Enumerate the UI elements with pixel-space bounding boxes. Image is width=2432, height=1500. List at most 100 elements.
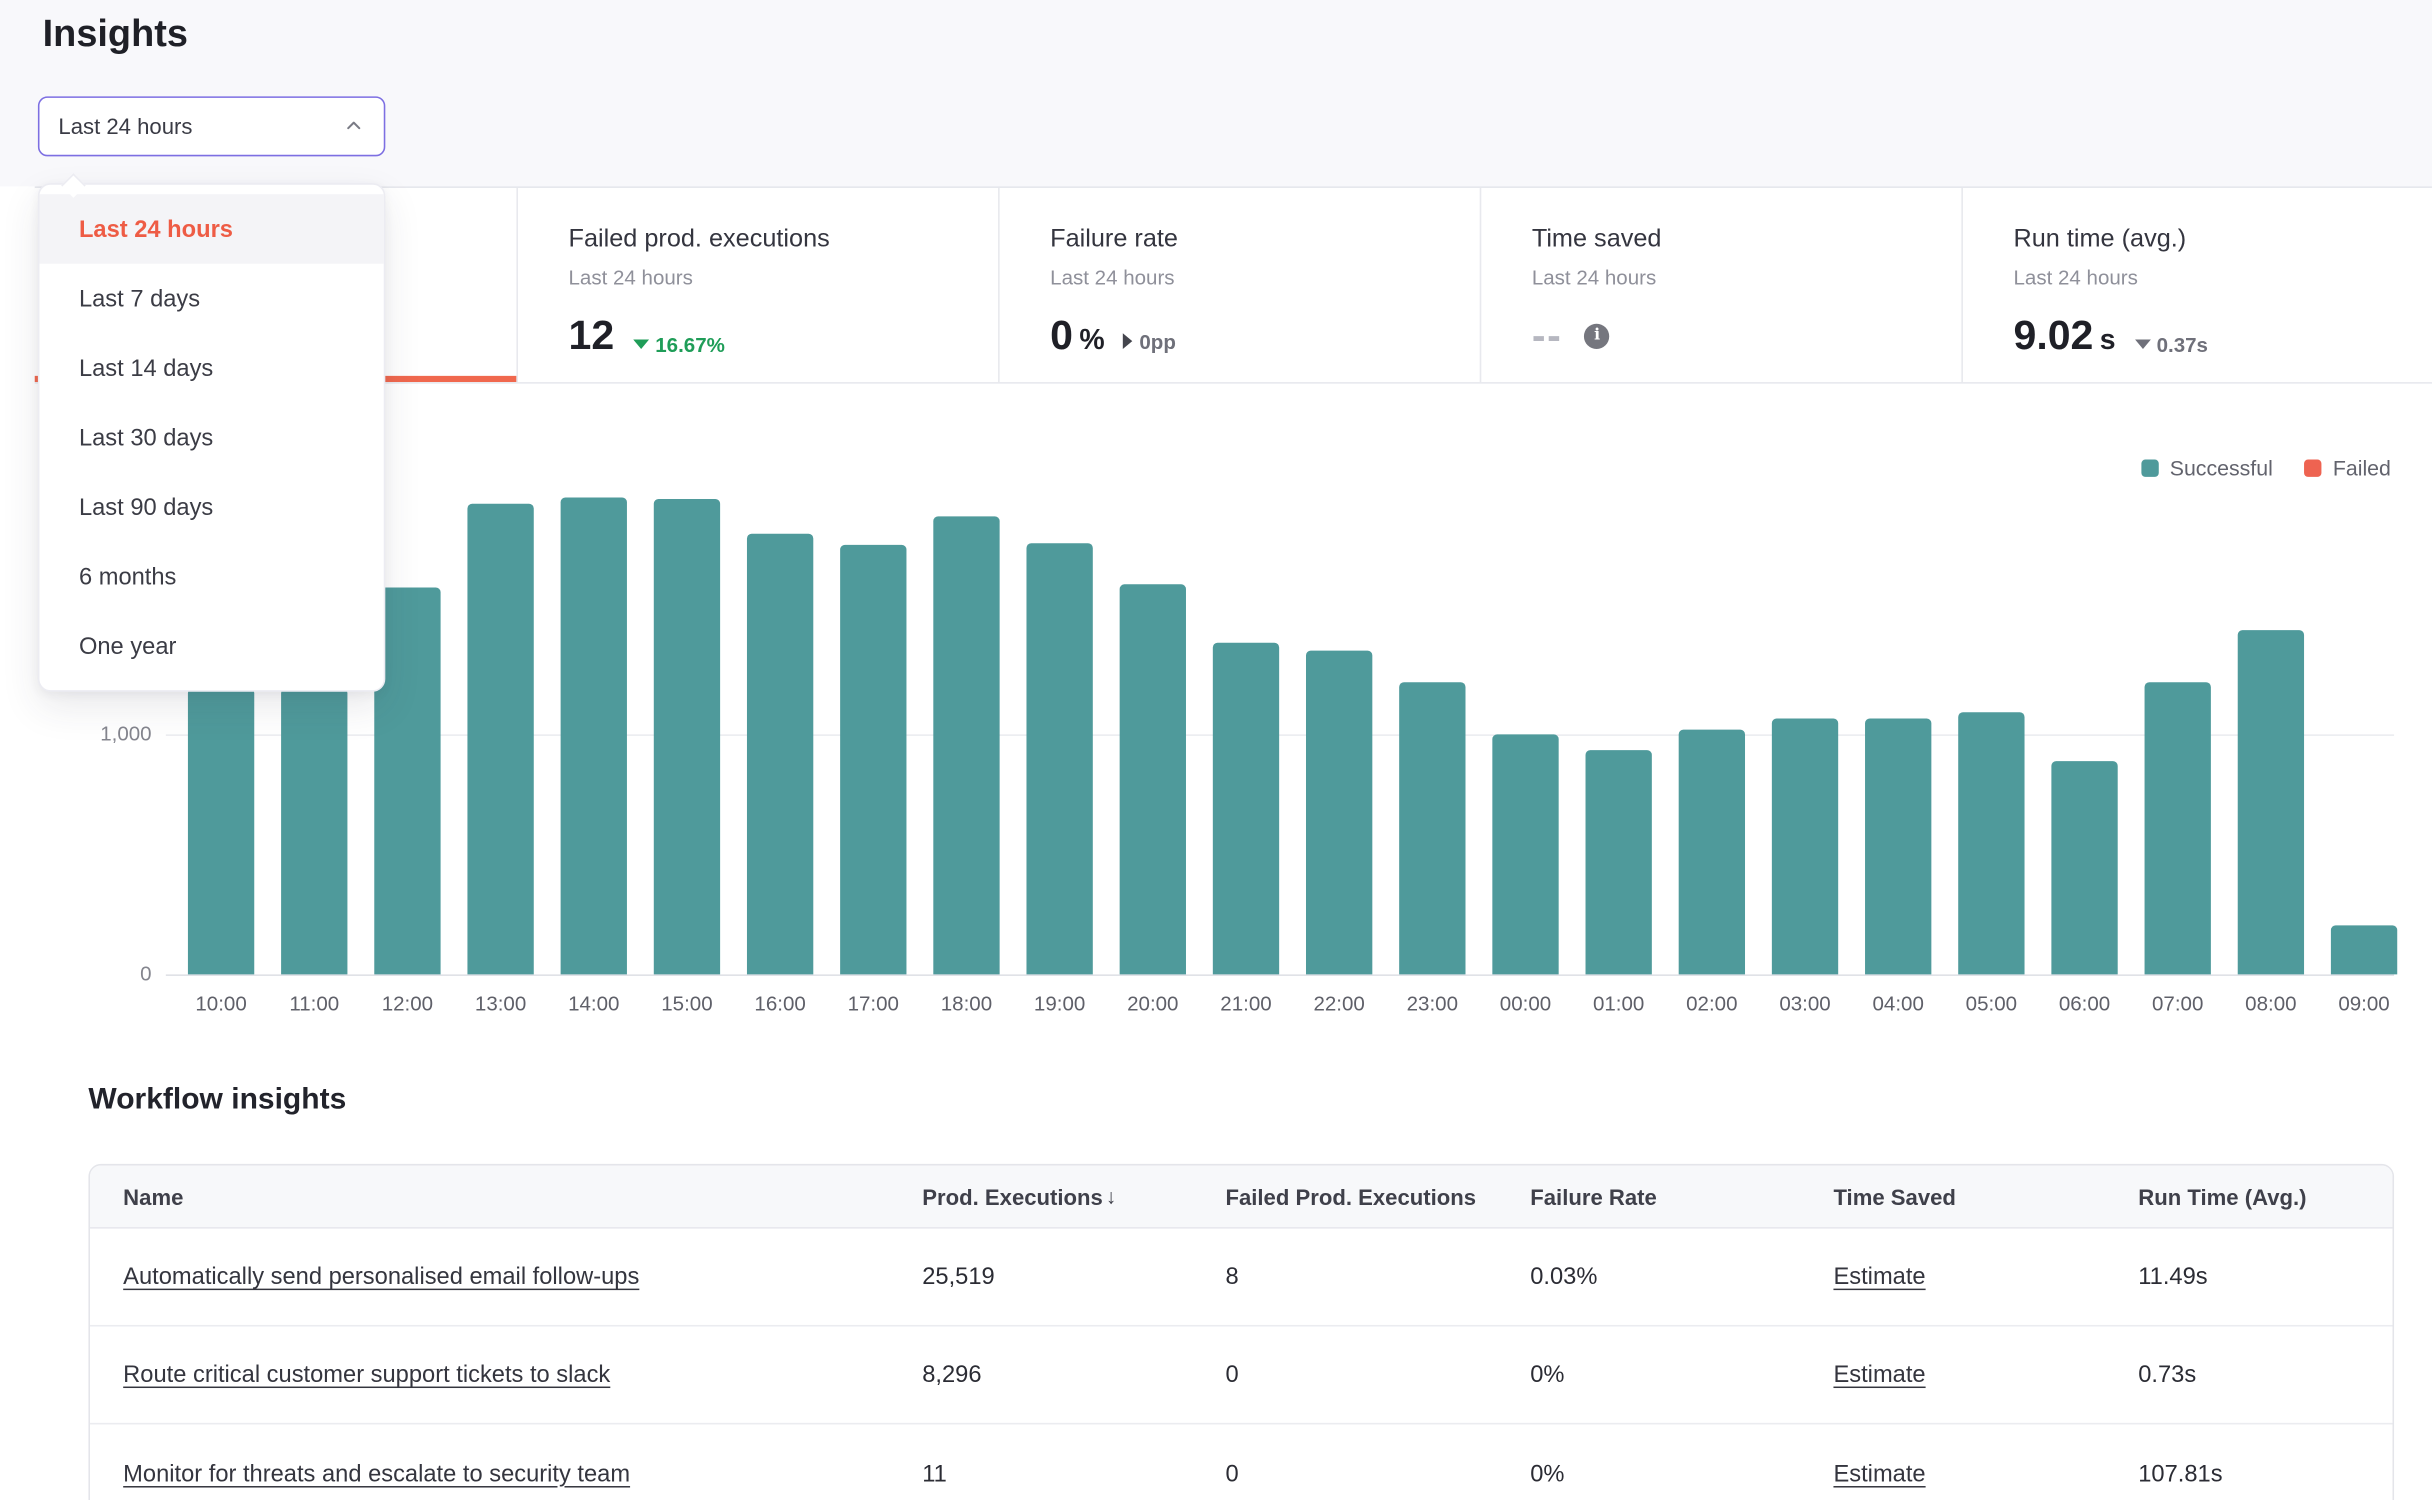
stat-card-value: -- <box>1532 311 1563 360</box>
estimate-link[interactable]: Estimate <box>1833 1263 1925 1290</box>
delta-right-icon <box>1124 333 1133 349</box>
time-range-option[interactable]: Last 7 days <box>39 264 383 333</box>
bar-22:00 <box>1306 651 1372 975</box>
stats-row: Failed prod. executionsLast 24 hours1216… <box>35 186 2432 383</box>
time-range-option[interactable]: Last 90 days <box>39 472 383 541</box>
x-axis-label: 05:00 <box>1944 992 2039 1016</box>
table-row: Automatically send personalised email fo… <box>90 1229 2392 1327</box>
stat-card-title: Failure rate <box>1050 226 1480 254</box>
bar-21:00 <box>1213 643 1279 975</box>
x-axis-label: 09:00 <box>2317 992 2412 1016</box>
cell-failed_prod_executions: 0 <box>1192 1460 1497 1487</box>
column-header[interactable]: Prod. Executions↓ <box>889 1184 1192 1209</box>
x-axis-label: 17:00 <box>826 992 921 1016</box>
x-axis-label: 21:00 <box>1199 992 1294 1016</box>
delta-down-icon <box>633 340 649 349</box>
x-axis-label: 08:00 <box>2224 992 2319 1016</box>
x-axis-label: 18:00 <box>919 992 1014 1016</box>
cell-name: Route critical customer support tickets … <box>90 1361 889 1388</box>
stat-card-value: 9.02 <box>2013 311 2093 360</box>
cell-name: Automatically send personalised email fo… <box>90 1263 889 1290</box>
stat-card-subtitle: Last 24 hours <box>569 265 999 289</box>
column-header[interactable]: Failure Rate <box>1497 1184 1800 1209</box>
stat-card-delta: 0.37s <box>2134 332 2208 356</box>
column-header[interactable]: Run Time (Avg.) <box>2105 1184 2394 1209</box>
time-range-option[interactable]: Last 24 hours <box>39 194 383 263</box>
x-axis-label: 19:00 <box>1012 992 1107 1016</box>
time-range-dropdown: Last 24 hoursLast 7 daysLast 14 daysLast… <box>38 183 385 692</box>
bar-10:00 <box>188 689 254 975</box>
workflow-link[interactable]: Route critical customer support tickets … <box>123 1361 610 1388</box>
workflow-link[interactable]: Automatically send personalised email fo… <box>123 1263 639 1290</box>
stat-card-title: Time saved <box>1532 226 1962 254</box>
cell-prod_executions: 11 <box>889 1460 1192 1487</box>
bar-11:00 <box>281 689 347 975</box>
stat-card[interactable]: Run time (avg.) Last 24 hours 9.02s 0.37s <box>1961 188 2432 382</box>
page-title: Insights <box>43 13 188 57</box>
cell-failure_rate: 0% <box>1497 1361 1800 1388</box>
bar-06:00 <box>2051 761 2117 974</box>
x-axis-label: 02:00 <box>1664 992 1759 1016</box>
stat-card-subtitle: Last 24 hours <box>2013 265 2431 289</box>
bar-15:00 <box>654 499 720 974</box>
x-axis-label: 12:00 <box>360 992 455 1016</box>
bar-19:00 <box>1026 543 1092 974</box>
bar-09:00 <box>2331 925 2397 974</box>
x-axis-label: 07:00 <box>2130 992 2225 1016</box>
column-header[interactable]: Failed Prod. Executions <box>1192 1184 1497 1209</box>
cell-time_saved: Estimate <box>1800 1460 2105 1487</box>
stat-card[interactable]: Failure rateLast 24 hours0%0pp <box>998 188 1480 382</box>
cell-failed_prod_executions: 0 <box>1192 1361 1497 1388</box>
bar-05:00 <box>1958 712 2024 974</box>
sort-desc-icon: ↓ <box>1106 1184 1116 1208</box>
bar-04:00 <box>1865 719 1931 975</box>
column-header[interactable]: Time Saved <box>1800 1184 2105 1209</box>
time-range-option[interactable]: One year <box>39 611 383 680</box>
x-axis-label: 15:00 <box>640 992 735 1016</box>
stat-card-value: 12 <box>569 311 615 360</box>
y-axis-label-0: 0 <box>0 962 152 986</box>
x-axis-label: 10:00 <box>174 992 269 1016</box>
cell-failure_rate: 0.03% <box>1497 1263 1800 1290</box>
stat-card[interactable]: Failed prod. executionsLast 24 hours1216… <box>516 188 998 382</box>
x-axis-label: 04:00 <box>1851 992 1946 1016</box>
cell-failure_rate: 0% <box>1497 1460 1800 1487</box>
bar-23:00 <box>1399 682 1465 974</box>
stat-card-subtitle: Last 24 hours <box>1050 265 1480 289</box>
cell-name: Monitor for threats and escalate to secu… <box>90 1460 889 1487</box>
time-range-option[interactable]: Last 14 days <box>39 333 383 402</box>
time-range-select[interactable]: Last 24 hours <box>38 96 385 156</box>
stat-card-subtitle: Last 24 hours <box>1532 265 1962 289</box>
delta-down-icon <box>2134 340 2150 349</box>
bar-00:00 <box>1492 734 1558 974</box>
time-range-option[interactable]: 6 months <box>39 542 383 611</box>
bar-13:00 <box>467 504 533 975</box>
cell-run_time: 0.73s <box>2105 1361 2394 1388</box>
cell-time_saved: Estimate <box>1800 1263 2105 1290</box>
bar-14:00 <box>561 497 627 974</box>
x-axis-label: 22:00 <box>1292 992 1387 1016</box>
x-axis-label: 14:00 <box>546 992 641 1016</box>
stat-card[interactable]: Time saved Last 24 hours -- i <box>1480 188 1962 382</box>
x-axis-label: 00:00 <box>1478 992 1573 1016</box>
estimate-link[interactable]: Estimate <box>1833 1460 1925 1487</box>
workflow-insights-table: NameProd. Executions↓Failed Prod. Execut… <box>88 1164 2394 1500</box>
time-range-option[interactable]: Last 30 days <box>39 403 383 472</box>
bar-20:00 <box>1120 584 1186 974</box>
x-axis-label: 03:00 <box>1758 992 1853 1016</box>
workflow-insights-title: Workflow insights <box>88 1083 346 1118</box>
workflow-link[interactable]: Monitor for threats and escalate to secu… <box>123 1460 630 1487</box>
info-icon[interactable]: i <box>1584 323 1609 348</box>
column-header[interactable]: Name <box>90 1184 889 1209</box>
table-row: Monitor for threats and escalate to secu… <box>90 1424 2392 1500</box>
table-header-row: NameProd. Executions↓Failed Prod. Execut… <box>90 1165 2392 1228</box>
stat-card-title: Run time (avg.) <box>2013 226 2431 254</box>
stat-card-delta: 0pp <box>1124 329 1176 353</box>
cell-time_saved: Estimate <box>1800 1361 2105 1388</box>
x-axis-label: 06:00 <box>2037 992 2132 1016</box>
table-row: Route critical customer support tickets … <box>90 1327 2392 1425</box>
stat-card-unit: s <box>2100 324 2116 357</box>
x-axis-label: 23:00 <box>1385 992 1480 1016</box>
estimate-link[interactable]: Estimate <box>1833 1361 1925 1388</box>
bar-18:00 <box>933 516 999 974</box>
